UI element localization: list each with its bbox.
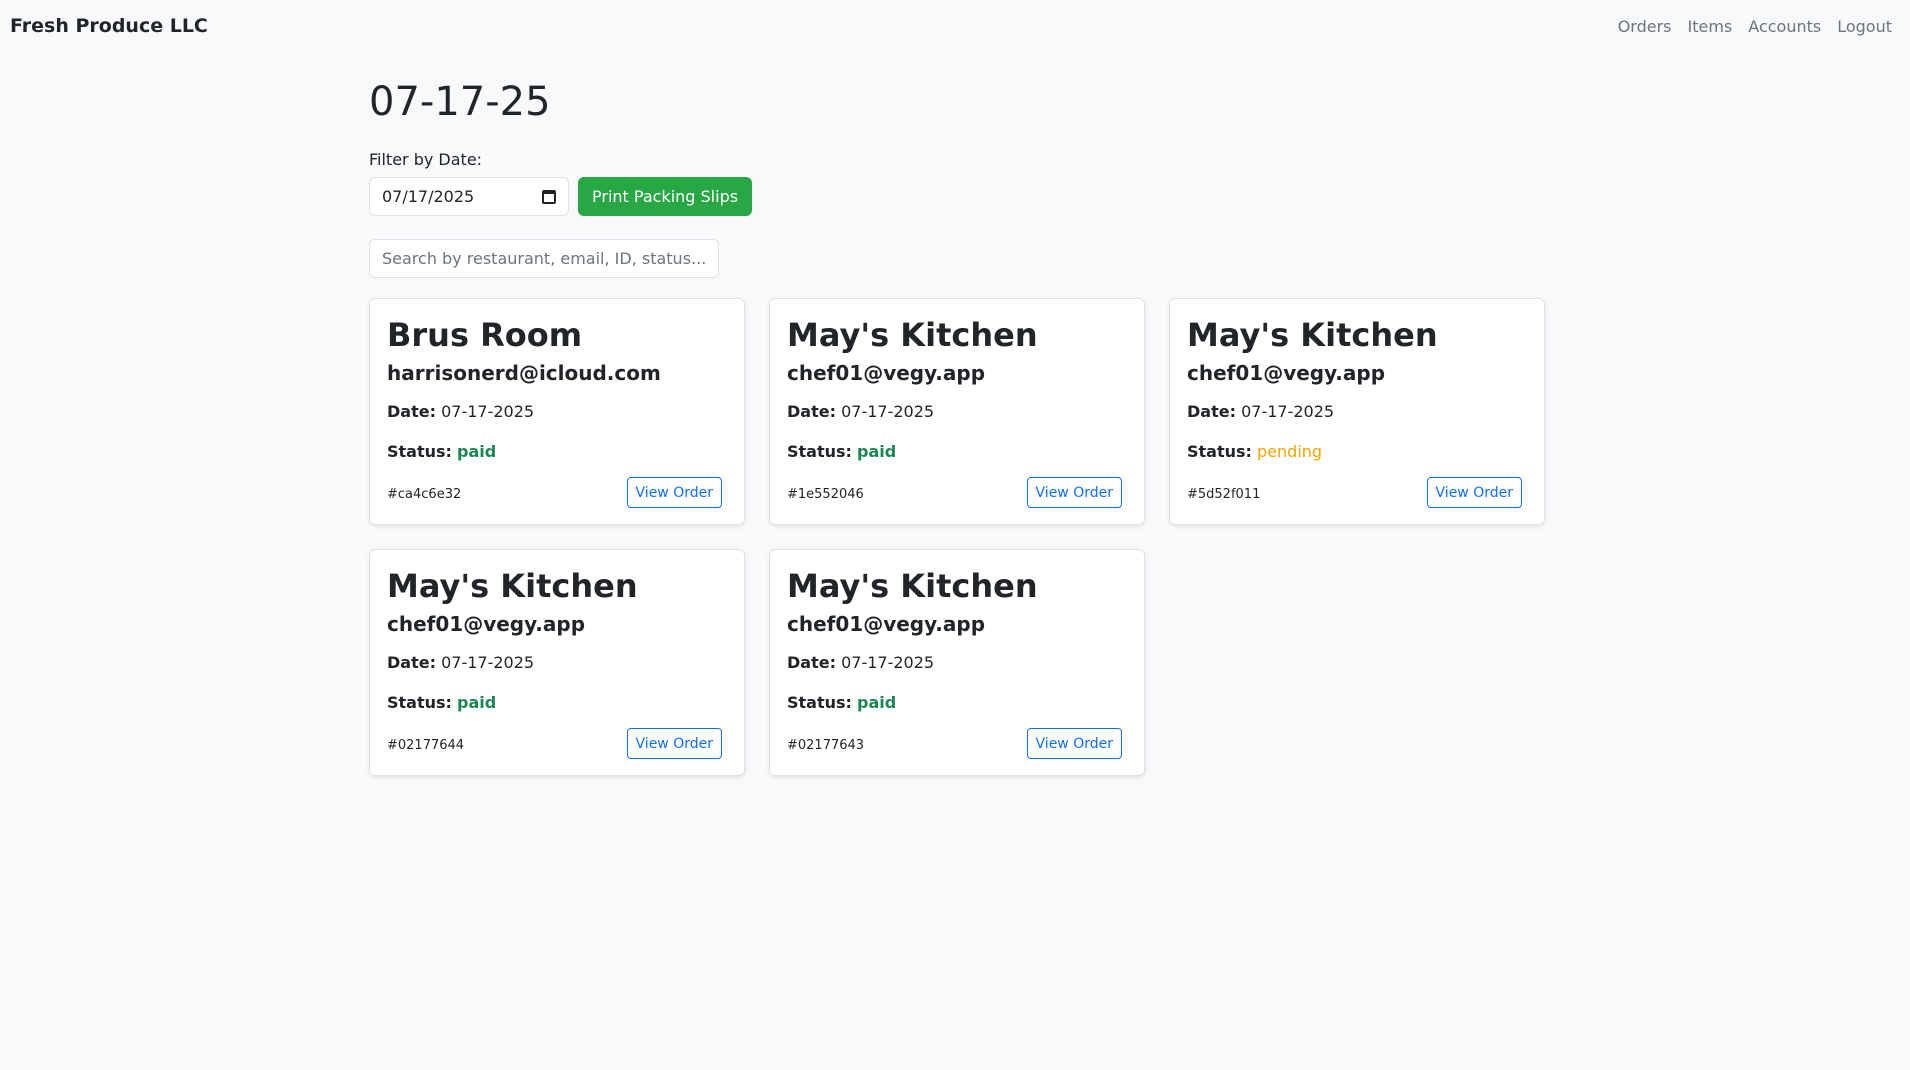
order-card-footer: #02177644 View Order	[387, 728, 722, 759]
order-card-footer: #5d52f011 View Order	[1187, 477, 1522, 508]
view-order-button[interactable]: View Order	[1426, 477, 1522, 508]
order-card-footer: #1e552046 View Order	[787, 477, 1122, 508]
page-title: 07-17-25	[369, 79, 551, 125]
order-email: chef01@vegy.app	[787, 361, 986, 385]
order-card: May's Kitchen chef01@vegy.app Date: 07-1…	[369, 549, 745, 776]
order-status-label: Status:	[787, 693, 852, 712]
order-card: Brus Room harrisonerd@icloud.com Date: 0…	[369, 298, 745, 525]
order-date-label: Date:	[387, 653, 436, 672]
order-id: #1e552046	[787, 487, 864, 502]
order-restaurant: May's Kitchen	[1187, 316, 1438, 354]
order-date-line: Date: 07-17-2025	[1187, 401, 1527, 423]
order-date-line: Date: 07-17-2025	[387, 652, 727, 674]
order-id: #02177644	[387, 738, 465, 753]
order-email: chef01@vegy.app	[387, 612, 586, 636]
order-date-label: Date:	[787, 402, 836, 421]
order-status-label: Status:	[787, 442, 852, 461]
view-order-button[interactable]: View Order	[626, 477, 722, 508]
main-content: 07-17-25 Filter by Date: 07/17/2025 Prin…	[369, 74, 1569, 776]
order-date: 07-17-2025	[841, 402, 935, 421]
calendar-icon[interactable]	[542, 189, 556, 204]
order-status-line: Status: paid	[387, 692, 727, 714]
order-date-line: Date: 07-17-2025	[787, 652, 1127, 674]
order-restaurant: May's Kitchen	[387, 567, 638, 605]
order-email: chef01@vegy.app	[1187, 361, 1386, 385]
order-status-line: Status: paid	[787, 441, 1127, 463]
order-status-line: Status: paid	[787, 692, 1127, 714]
print-packing-slips-button[interactable]: Print Packing Slips	[578, 177, 753, 216]
order-status-badge: paid	[857, 442, 897, 461]
order-date-line: Date: 07-17-2025	[787, 401, 1127, 423]
filter-row: 07/17/2025 Print Packing Slips	[369, 177, 1569, 216]
order-restaurant: May's Kitchen	[787, 316, 1038, 354]
filter-date-label: Filter by Date:	[369, 150, 483, 169]
nav-links: Orders Items Accounts Logout	[1618, 17, 1900, 36]
order-status-badge: paid	[457, 442, 497, 461]
order-email: harrisonerd@icloud.com	[387, 361, 661, 385]
order-status-line: Status: paid	[387, 441, 727, 463]
order-email: chef01@vegy.app	[787, 612, 986, 636]
order-date: 07-17-2025	[1241, 402, 1335, 421]
order-id: #02177643	[787, 738, 865, 753]
order-date-label: Date:	[787, 653, 836, 672]
nav-link-accounts[interactable]: Accounts	[1748, 17, 1821, 36]
brand-link[interactable]: Fresh Produce LLC	[10, 15, 208, 37]
nav-link-orders[interactable]: Orders	[1618, 17, 1672, 36]
order-id: #5d52f011	[1187, 487, 1261, 502]
date-filter-value: 07/17/2025	[382, 187, 475, 206]
nav-link-items[interactable]: Items	[1688, 17, 1733, 36]
view-order-button[interactable]: View Order	[1026, 728, 1122, 759]
order-date: 07-17-2025	[841, 653, 935, 672]
order-status-label: Status:	[387, 693, 452, 712]
order-id: #ca4c6e32	[387, 487, 462, 502]
order-date-line: Date: 07-17-2025	[387, 401, 727, 423]
order-date: 07-17-2025	[441, 653, 535, 672]
order-status-line: Status: pending	[1187, 441, 1527, 463]
order-card: May's Kitchen chef01@vegy.app Date: 07-1…	[769, 549, 1145, 776]
nav-link-logout[interactable]: Logout	[1837, 17, 1892, 36]
order-status-label: Status:	[1187, 442, 1252, 461]
view-order-button[interactable]: View Order	[626, 728, 722, 759]
order-card-footer: #02177643 View Order	[787, 728, 1122, 759]
view-order-button[interactable]: View Order	[1026, 477, 1122, 508]
order-date-label: Date:	[1187, 402, 1236, 421]
search-input[interactable]	[369, 239, 719, 278]
top-navbar: Fresh Produce LLC Orders Items Accounts …	[0, 0, 1910, 52]
order-status-badge: paid	[857, 693, 897, 712]
order-restaurant: May's Kitchen	[787, 567, 1038, 605]
order-date: 07-17-2025	[441, 402, 535, 421]
order-card: May's Kitchen chef01@vegy.app Date: 07-1…	[1169, 298, 1545, 525]
order-restaurant: Brus Room	[387, 316, 583, 354]
order-status-badge: pending	[1257, 442, 1323, 461]
order-card: May's Kitchen chef01@vegy.app Date: 07-1…	[769, 298, 1145, 525]
order-date-label: Date:	[387, 402, 436, 421]
order-card-footer: #ca4c6e32 View Order	[387, 477, 722, 508]
date-filter-input[interactable]: 07/17/2025	[369, 177, 569, 216]
order-status-badge: paid	[457, 693, 497, 712]
order-status-label: Status:	[387, 442, 452, 461]
